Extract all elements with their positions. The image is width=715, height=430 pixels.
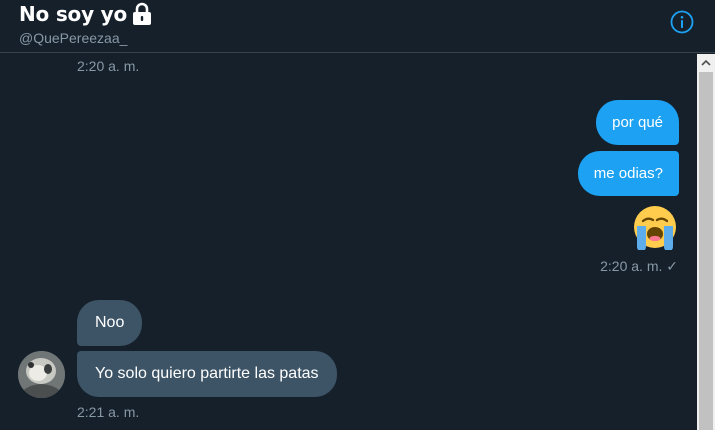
avatar[interactable] bbox=[18, 351, 65, 398]
outgoing-message-bubble[interactable]: por qué bbox=[596, 100, 679, 145]
loudly-crying-face-icon[interactable] bbox=[631, 204, 679, 255]
conversation-title[interactable]: No soy yo bbox=[19, 2, 127, 26]
incoming-message-bubble[interactable]: Noo bbox=[77, 300, 143, 346]
incoming-message-bubble[interactable]: Yo solo quiero partirte las patas bbox=[77, 351, 337, 397]
title-row: No soy yo bbox=[19, 0, 153, 28]
user-handle[interactable]: @QuePereezaa_ bbox=[19, 30, 127, 46]
message-thread[interactable]: 2:20 a. m. por qué me odias? 2:20 a. m. … bbox=[0, 54, 697, 430]
scroll-up-arrow-icon[interactable] bbox=[697, 54, 715, 71]
message-timestamp: 2:20 a. m. bbox=[77, 58, 140, 74]
conversation-header: No soy yo @QuePereezaa_ bbox=[0, 0, 715, 53]
scrollbar-thumb[interactable] bbox=[699, 72, 713, 430]
message-timestamp: 2:21 a. m. bbox=[77, 404, 140, 420]
info-icon[interactable] bbox=[670, 10, 694, 34]
lock-icon bbox=[131, 2, 153, 26]
message-timestamp: 2:20 a. m. ✓ bbox=[600, 258, 678, 274]
outgoing-message-bubble[interactable]: me odias? bbox=[577, 151, 679, 196]
scrollbar[interactable] bbox=[697, 54, 715, 430]
